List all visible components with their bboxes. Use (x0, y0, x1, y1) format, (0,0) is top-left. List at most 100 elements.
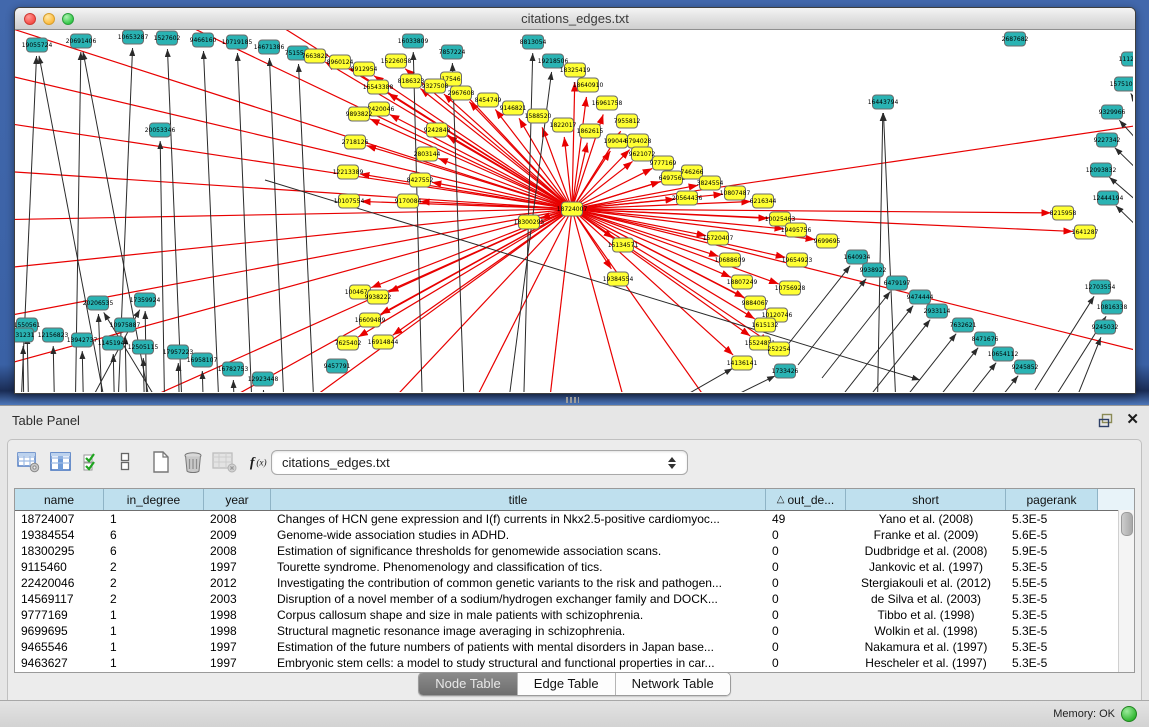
graph-node[interactable]: 15751074 (1110, 77, 1133, 91)
graph-node[interactable]: 16543388 (363, 80, 394, 94)
column-header-pagerank[interactable]: pagerank (1006, 489, 1098, 510)
graph-node[interactable]: 1862615 (577, 124, 604, 138)
graph-node[interactable]: 12923448 (248, 372, 279, 386)
float-panel-icon[interactable] (1098, 413, 1114, 428)
graph-node[interactable]: 18640910 (573, 78, 604, 92)
graph-node[interactable]: 1588520 (525, 109, 552, 123)
column-header-year[interactable]: year (204, 489, 271, 510)
graph-node[interactable]: 6216344 (750, 194, 777, 208)
network-canvas[interactable]: 1872400719055724206914061065328715276029… (15, 30, 1133, 392)
close-panel-icon[interactable]: ✕ (1126, 411, 1139, 429)
graph-node[interactable]: 8215958 (1050, 206, 1077, 220)
table-row[interactable]: 969969511998Structural magnetic resonanc… (15, 623, 1134, 639)
graph-node[interactable]: 2718126 (342, 135, 369, 149)
table-row[interactable]: 1830029562008Estimation of significance … (15, 543, 1134, 559)
graph-node[interactable]: 9227342 (1094, 133, 1121, 147)
graph-node[interactable]: 1615132 (752, 318, 779, 332)
graph-node[interactable]: 8454749 (475, 93, 502, 107)
graph-node[interactable]: 9146821 (500, 101, 527, 115)
graph-node[interactable]: 1822017 (550, 118, 577, 132)
delete-icon[interactable] (180, 449, 206, 475)
graph-node[interactable]: 1112276 (1119, 52, 1133, 66)
table-row[interactable]: 977716911998Corpus callosum shape and si… (15, 607, 1134, 623)
graph-node[interactable]: 7632621 (950, 318, 977, 332)
table-row[interactable]: 2242004622012Investigating the contribut… (15, 575, 1134, 591)
graph-node[interactable]: 16958107 (187, 353, 218, 367)
table-mode-icon[interactable] (16, 449, 42, 475)
graph-node[interactable]: 6794028 (625, 134, 652, 148)
graph-node[interactable]: 12505115 (128, 340, 159, 354)
graph-node[interactable]: 13942737 (67, 333, 98, 347)
show-columns-icon[interactable] (48, 449, 74, 475)
graph-node[interactable]: 20691406 (66, 34, 97, 48)
graph-node[interactable]: 14671386 (254, 40, 285, 54)
graph-node[interactable]: 9170084 (395, 194, 422, 208)
graph-node[interactable]: 9699695 (814, 234, 841, 248)
graph-node[interactable]: 20564436 (672, 191, 703, 205)
graph-node[interactable]: 16782753 (218, 362, 249, 376)
graph-node[interactable]: 12444194 (1093, 191, 1124, 205)
graph-node[interactable]: 16961758 (592, 96, 623, 110)
graph-node[interactable]: 9245852 (1012, 360, 1039, 374)
graph-node[interactable]: 20053346 (145, 123, 176, 137)
graph-node[interactable]: 16609489 (355, 313, 386, 327)
rows-icon[interactable] (112, 449, 138, 475)
panel-splitter-handle[interactable] (566, 397, 579, 403)
graph-node[interactable]: 8960124 (327, 55, 354, 69)
table-row[interactable]: 1872400712008Changes of HCN gene express… (15, 511, 1134, 527)
graph-node[interactable]: 10654112 (988, 347, 1019, 361)
table-row[interactable]: 946554611997Estimation of the future num… (15, 639, 1134, 655)
table-vertical-scrollbar[interactable] (1118, 510, 1134, 672)
graph-node[interactable]: 9893822 (346, 107, 373, 121)
tab-edge-table[interactable]: Edge Table (518, 673, 616, 695)
graph-node[interactable]: 10688609 (715, 253, 746, 267)
graph-node[interactable]: 19495756 (781, 223, 812, 237)
graph-node[interactable]: 9621072 (629, 147, 656, 161)
graph-node[interactable]: 18300295 (514, 215, 545, 229)
graph-node[interactable]: 19218506 (538, 54, 569, 68)
table-row[interactable]: 911546021997Tourette syndrome. Phenomeno… (15, 559, 1134, 575)
graph-node[interactable]: 11451944 (98, 336, 129, 350)
graph-node[interactable]: 10975887 (110, 318, 141, 332)
tab-network-table[interactable]: Network Table (616, 673, 730, 695)
scrollbar-thumb[interactable] (1121, 512, 1133, 536)
new-document-icon[interactable] (148, 449, 174, 475)
graph-node[interactable]: 7955812 (614, 114, 641, 128)
graph-node[interactable]: 19055724 (22, 38, 53, 52)
graph-node[interactable]: 16443794 (868, 95, 899, 109)
graph-node[interactable]: 16914844 (368, 335, 399, 349)
graph-node[interactable]: 12703554 (1085, 280, 1116, 294)
column-header-out_de[interactable]: △out_de... (766, 489, 846, 510)
graph-node[interactable]: 10719185 (222, 35, 253, 49)
graph-node[interactable]: 10756928 (775, 281, 806, 295)
window-titlebar[interactable]: citations_edges.txt (15, 8, 1135, 30)
table-row[interactable]: 946362711997Embryonic stem cells: a mode… (15, 655, 1134, 671)
column-header-title[interactable]: title (271, 489, 766, 510)
graph-node[interactable]: 1527602 (154, 31, 181, 45)
graph-node[interactable]: 9884067 (742, 296, 769, 310)
graph-node[interactable]: 18325419 (560, 63, 591, 77)
graph-node[interactable]: 3824554 (697, 176, 724, 190)
graph-node[interactable]: 2933114 (924, 304, 951, 318)
graph-node[interactable]: 18724007 (557, 202, 588, 216)
graph-node[interactable]: 9938922 (860, 263, 887, 277)
graph-node[interactable]: 1641287 (1072, 225, 1099, 239)
graph-node[interactable]: 6479197 (884, 276, 911, 290)
graph-node[interactable]: 9327508 (422, 79, 449, 93)
graph-node[interactable]: 7625402 (335, 336, 362, 350)
graph-node[interactable]: 20206535 (83, 296, 114, 310)
graph-node[interactable]: 9466160 (190, 33, 217, 47)
graph-node[interactable]: 8186323 (398, 74, 425, 88)
graph-node[interactable]: 19384554 (603, 272, 634, 286)
graph-node[interactable]: 1733426 (772, 364, 799, 378)
graph-node[interactable]: 2967608 (448, 86, 475, 100)
graph-node[interactable]: 9242848 (424, 123, 451, 137)
graph-node[interactable]: 16033809 (398, 34, 429, 48)
graph-node[interactable]: 12093832 (1086, 163, 1117, 177)
graph-node[interactable]: 9938222 (365, 290, 392, 304)
graph-node[interactable]: 15134571 (608, 238, 639, 252)
graph-node[interactable]: 8912954 (351, 62, 378, 76)
column-header-name[interactable]: name (15, 489, 104, 510)
graph-node[interactable]: 9474444 (907, 290, 934, 304)
graph-node[interactable]: 331231 (15, 328, 35, 342)
